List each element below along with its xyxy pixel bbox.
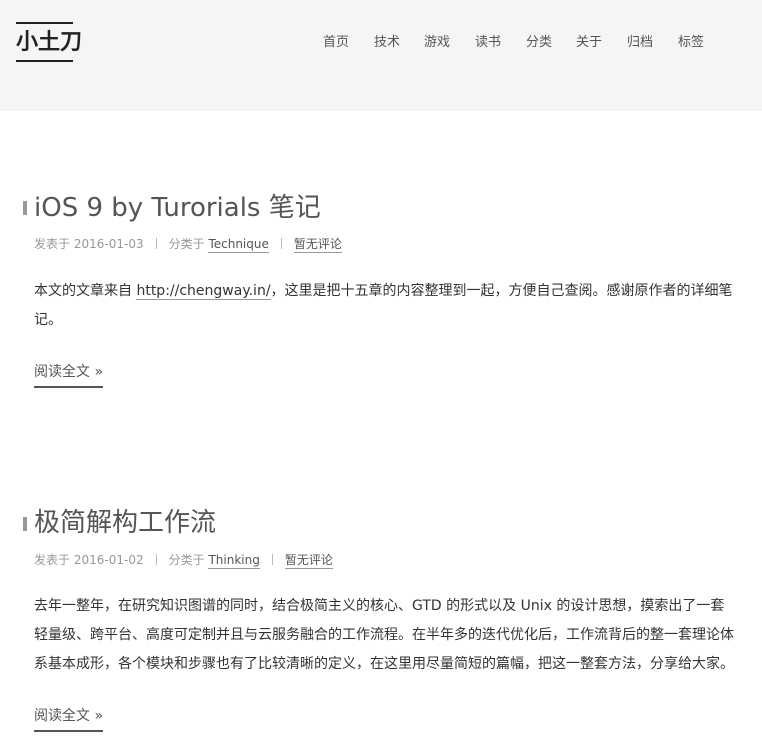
post-excerpt-link[interactable]: http://chengway.in/: [136, 283, 271, 300]
read-more-link[interactable]: 阅读全文 »: [34, 706, 104, 732]
post-category-prefix: 分类于: [168, 237, 205, 251]
nav-item-tags[interactable]: 标签: [678, 34, 704, 52]
meta-divider: [280, 238, 282, 249]
site-logo[interactable]: 小土刀: [16, 22, 82, 62]
nav-item-tech[interactable]: 技术: [374, 34, 400, 52]
meta-divider: [155, 554, 157, 565]
site-header: 小土刀 首页 技术 游戏 读书 分类 关于 归档 标签: [0, 0, 762, 111]
post-comments-link[interactable]: 暂无评论: [284, 553, 333, 569]
post-category-link[interactable]: Technique: [208, 237, 269, 253]
post-title-marker: [23, 201, 27, 215]
post-meta: 发表于 2016-01-02 分类于 Thinking 暂无评论: [34, 551, 333, 569]
nav-item-games[interactable]: 游戏: [424, 34, 450, 52]
post-excerpt-text: 本文的文章来自: [34, 283, 137, 299]
post-comments-link[interactable]: 暂无评论: [293, 237, 342, 253]
post-date-prefix: 发表于: [34, 553, 71, 567]
post-category-prefix: 分类于: [168, 553, 205, 567]
post-title-marker: [23, 517, 27, 531]
post-excerpt: 去年一整年，在研究知识图谱的同时，结合极简主义的核心、GTD 的形式以及 Uni…: [34, 598, 734, 672]
nav-item-reading[interactable]: 读书: [475, 34, 501, 52]
site-logo-text[interactable]: 小土刀: [16, 31, 82, 55]
nav-item-about[interactable]: 关于: [576, 34, 602, 52]
post-category-link[interactable]: Thinking: [208, 553, 260, 569]
nav-item-home[interactable]: 首页: [323, 34, 349, 52]
post-title[interactable]: iOS 9 by Turorials 笔记: [34, 192, 321, 224]
post-date: 2016-01-03: [73, 237, 144, 251]
meta-divider: [271, 554, 273, 565]
read-more-link[interactable]: 阅读全文 »: [34, 362, 104, 388]
post-excerpt: 本文的文章来自 http://chengway.in/，这里是把十五章的内容整理…: [34, 277, 736, 335]
nav-item-archives[interactable]: 归档: [627, 34, 653, 52]
post-date: 2016-01-02: [73, 553, 144, 567]
post-title[interactable]: 极简解构工作流: [34, 507, 216, 539]
meta-divider: [155, 238, 157, 249]
nav-item-categories[interactable]: 分类: [526, 34, 552, 52]
post-date-prefix: 发表于: [34, 237, 71, 251]
post-meta: 发表于 2016-01-03 分类于 Technique 暂无评论: [34, 235, 342, 253]
